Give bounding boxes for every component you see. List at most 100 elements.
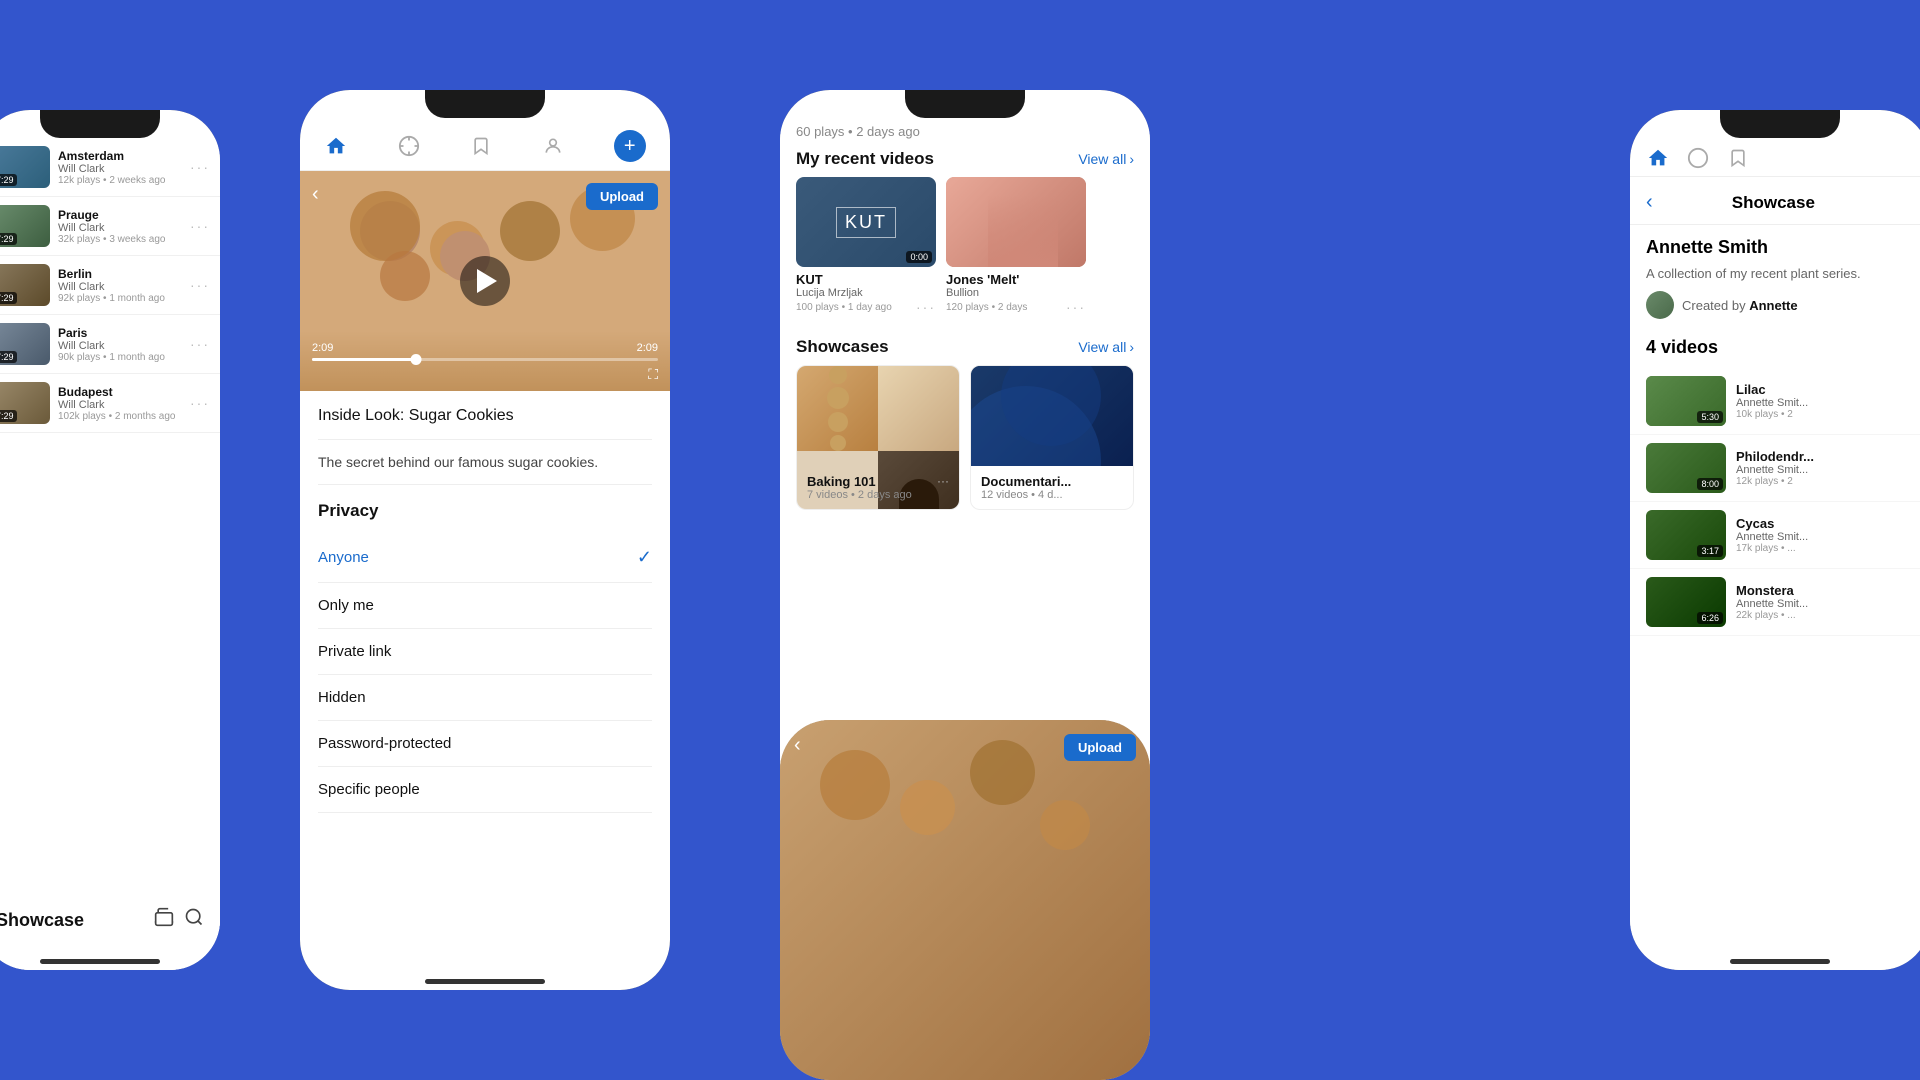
video-meta: 32k plays • 3 weeks ago [58,234,182,245]
section-title: My recent videos [796,149,934,169]
privacy-option-private-link[interactable]: Private link [318,629,652,675]
video-thumbnail: 6:26 [1646,577,1726,627]
progress-bar[interactable]: 2:09 2:09 [312,342,658,361]
back-button[interactable]: ‹ [794,734,801,757]
list-item[interactable]: 7:29 Paris Will Clark 90k plays • 1 mont… [0,315,220,374]
more-options-button[interactable]: ··· [190,336,210,352]
more-options-button[interactable]: ··· [190,277,210,293]
video-author: Bullion [946,287,1086,299]
cast-icon[interactable] [154,907,174,933]
video-title: Philodendr... [1736,449,1914,464]
showcase-thumbnail [797,366,959,466]
video-thumbnail: 5:30 [1646,376,1726,426]
video-duration: 5:30 [1697,411,1723,423]
privacy-option-password[interactable]: Password-protected [318,721,652,767]
showcase-video-item[interactable]: 3:17 Cycas Annette Smit... 17k plays • .… [1630,502,1920,569]
video-info: Monstera Annette Smit... 22k plays • ... [1736,583,1914,621]
video-meta: 120 plays • 2 days [946,302,1027,313]
back-button[interactable]: ‹ [312,183,319,206]
progress-track[interactable] [312,358,658,361]
privacy-option-only-me[interactable]: Only me [318,583,652,629]
phone-notch [905,90,1025,118]
privacy-option-hidden[interactable]: Hidden [318,675,652,721]
video-author: Annette Smit... [1736,598,1914,610]
more-options-button[interactable]: ··· [190,218,210,234]
video-meta: 22k plays • ... [1736,610,1914,621]
more-options-button[interactable]: ··· [916,299,936,315]
nav-saved-icon[interactable] [469,134,493,158]
video-thumbnail: 7:29 [0,146,50,188]
video-duration: 7:29 [0,351,17,363]
showcase-video-item[interactable]: 6:26 Monstera Annette Smit... 22k plays … [1630,569,1920,636]
showcase-video-item[interactable]: 8:00 Philodendr... Annette Smit... 12k p… [1630,435,1920,502]
more-options-button[interactable]: ··· [1066,299,1086,315]
author-name: Annette Smith [1646,237,1768,258]
video-author: Will Clark [58,222,182,234]
nav-home-icon[interactable] [1646,146,1670,170]
video-duration: 8:00 [1697,478,1723,490]
showcase-card-baking[interactable]: Baking 101 ··· 7 videos • 2 days ago [796,365,960,510]
play-button[interactable] [460,256,510,306]
video-title: Amsterdam [58,149,182,163]
nav-profile-icon[interactable] [541,134,565,158]
video-title: Monstera [1736,583,1914,598]
video-description: The secret behind our famous sugar cooki… [318,440,652,485]
video-thumbnail: 7:29 [0,323,50,365]
search-icon[interactable] [184,907,204,933]
video-title: Lilac [1736,382,1914,397]
video-meta: 10k plays • 2 [1736,409,1914,420]
creator-avatar [1646,291,1674,319]
list-item[interactable]: 7:29 Prauge Will Clark 32k plays • 3 wee… [0,197,220,256]
privacy-label: Only me [318,597,374,614]
video-card[interactable]: KUT 0:00 KUT Lucija Mrzljak 100 plays • … [796,177,936,315]
privacy-option-specific[interactable]: Specific people [318,767,652,813]
privacy-label: Anyone [318,549,369,566]
list-item[interactable]: 7:29 Berlin Will Clark 92k plays • 1 mon… [0,256,220,315]
back-button[interactable]: ‹ [1646,191,1653,214]
home-bar [40,959,160,964]
nav-add-button[interactable]: + [614,130,646,162]
video-thumbnail: 7:29 [0,382,50,424]
more-options-button[interactable]: ··· [190,395,210,411]
progress-fill [312,358,416,361]
showcase-meta: 12 videos • 4 d... [981,489,1123,501]
list-item[interactable]: 7:29 Amsterdam Will Clark 12k plays • 2 … [0,138,220,197]
video-author: Will Clark [58,340,182,352]
video-meta: 100 plays • 1 day ago [796,302,892,313]
view-all-button[interactable]: View all › [1078,151,1134,167]
video-info: Budapest Will Clark 102k plays • 2 month… [50,385,190,422]
showcase-info: Documentari... 12 videos • 4 d... [971,466,1133,509]
more-options-button[interactable]: ··· [937,474,949,489]
check-icon: ✓ [637,547,652,568]
video-duration: 3:17 [1697,545,1723,557]
video-title: Paris [58,326,182,340]
video-card[interactable]: Jones 'Melt' Bullion 120 plays • 2 days … [946,177,1086,315]
nav-saved-icon[interactable] [1726,146,1750,170]
video-info: Lilac Annette Smit... 10k plays • 2 [1736,382,1914,420]
showcase-bottom-bar: Showcase [0,870,220,970]
list-item[interactable]: 7:29 Budapest Will Clark 102k plays • 2 … [0,374,220,433]
baking-thumb-balls [797,366,878,451]
video-background [780,720,1150,1080]
nav-explore-icon[interactable] [1686,146,1710,170]
upload-button[interactable]: Upload [1064,734,1136,761]
video-meta: 102k plays • 2 months ago [58,411,182,422]
showcase-card-documentaries[interactable]: Documentari... 12 videos • 4 d... [970,365,1134,510]
video-author: Annette Smit... [1736,531,1914,543]
more-options-button[interactable]: ··· [190,159,210,175]
nav-explore-icon[interactable] [397,134,421,158]
chevron-right-icon: › [1129,339,1134,355]
video-duration: 0:00 [906,251,932,263]
kut-logo: KUT [836,207,896,238]
upload-button[interactable]: Upload [586,183,658,210]
recent-videos-grid: KUT 0:00 KUT Lucija Mrzljak 100 plays • … [780,177,1150,327]
fullscreen-button[interactable]: ⛶ [648,366,658,383]
nav-home-icon[interactable] [324,134,348,158]
video-title: Budapest [58,385,182,399]
showcase-video-item[interactable]: 5:30 Lilac Annette Smit... 10k plays • 2 [1630,368,1920,435]
privacy-option-anyone[interactable]: Anyone ✓ [318,533,652,583]
video-player: Upload ‹ [780,720,1150,1080]
phone-notch [40,110,160,138]
progress-handle[interactable] [410,354,421,365]
view-all-button[interactable]: View all › [1078,339,1134,355]
